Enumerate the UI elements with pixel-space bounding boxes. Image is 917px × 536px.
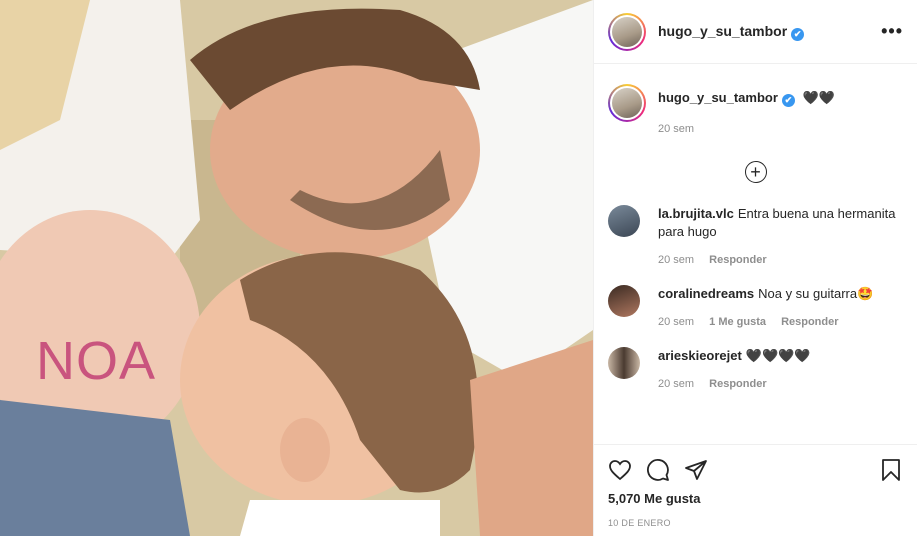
author-username[interactable]: hugo_y_su_tambor ✔ [658,23,805,41]
comment-username[interactable]: coralinedreams [658,286,754,301]
comment-text: 🖤🖤🖤🖤 [745,348,811,363]
comment-likes[interactable]: 1 Me gusta [709,316,766,328]
more-icon[interactable]: ••• [881,21,903,42]
comments-section[interactable]: hugo_y_su_tambor ✔ 🖤🖤 20 sem + la.brujita… [594,64,917,444]
post-header: hugo_y_su_tambor ✔ ••• [594,0,917,64]
comment-time[interactable]: 20 sem [658,254,694,266]
comment-username[interactable]: la.brujita.vlc [658,206,734,221]
commenter-avatar[interactable] [608,285,640,317]
comment-username[interactable]: arieskieorejet [658,348,742,363]
verified-icon: ✔ [791,27,805,41]
photo-illustration [0,0,593,536]
comment-text: Noa y su guitarra🤩 [758,286,874,301]
caption-text: 🖤🖤 [802,90,835,105]
verified-icon: ✔ [781,94,795,107]
instagram-post: NOA hugo_y_su_tambor ✔ ••• hugo_y_su_tamb… [0,0,917,536]
share-icon[interactable] [684,458,708,482]
comment-time[interactable]: 20 sem [658,378,694,390]
author-avatar[interactable] [608,12,646,51]
caption-username[interactable]: hugo_y_su_tambor ✔ [658,90,795,107]
heart-icon[interactable] [608,458,632,482]
caption-avatar[interactable] [608,84,646,122]
comment-item: coralinedreams Noa y su guitarra🤩 20 sem … [608,285,903,331]
post-date[interactable]: 10 DE ENERO [608,518,903,528]
post-photo[interactable]: NOA [0,0,593,536]
comment-item: arieskieorejet 🖤🖤🖤🖤 20 sem Responder [608,347,903,393]
reply-button[interactable]: Responder [781,316,838,328]
post-sidebar: hugo_y_su_tambor ✔ ••• hugo_y_su_tambor ✔ … [593,0,917,536]
comment-time[interactable]: 20 sem [658,316,694,328]
caption-time[interactable]: 20 sem [658,123,835,135]
reply-button[interactable]: Responder [709,254,766,266]
belly-text: NOA [36,331,157,391]
comment-icon[interactable] [646,458,670,482]
commenter-avatar[interactable] [608,205,640,237]
reply-button[interactable]: Responder [709,378,766,390]
likes-count[interactable]: 5,070 Me gusta [608,491,903,506]
comment-item: la.brujita.vlc Entra buena una hermanita … [608,205,903,269]
bookmark-icon[interactable] [879,458,903,482]
caption: hugo_y_su_tambor ✔ 🖤🖤 20 sem [608,64,903,135]
post-actions: 5,070 Me gusta 10 DE ENERO [594,444,917,536]
commenter-avatar[interactable] [608,347,640,379]
plus-circle-icon[interactable]: + [744,161,767,183]
